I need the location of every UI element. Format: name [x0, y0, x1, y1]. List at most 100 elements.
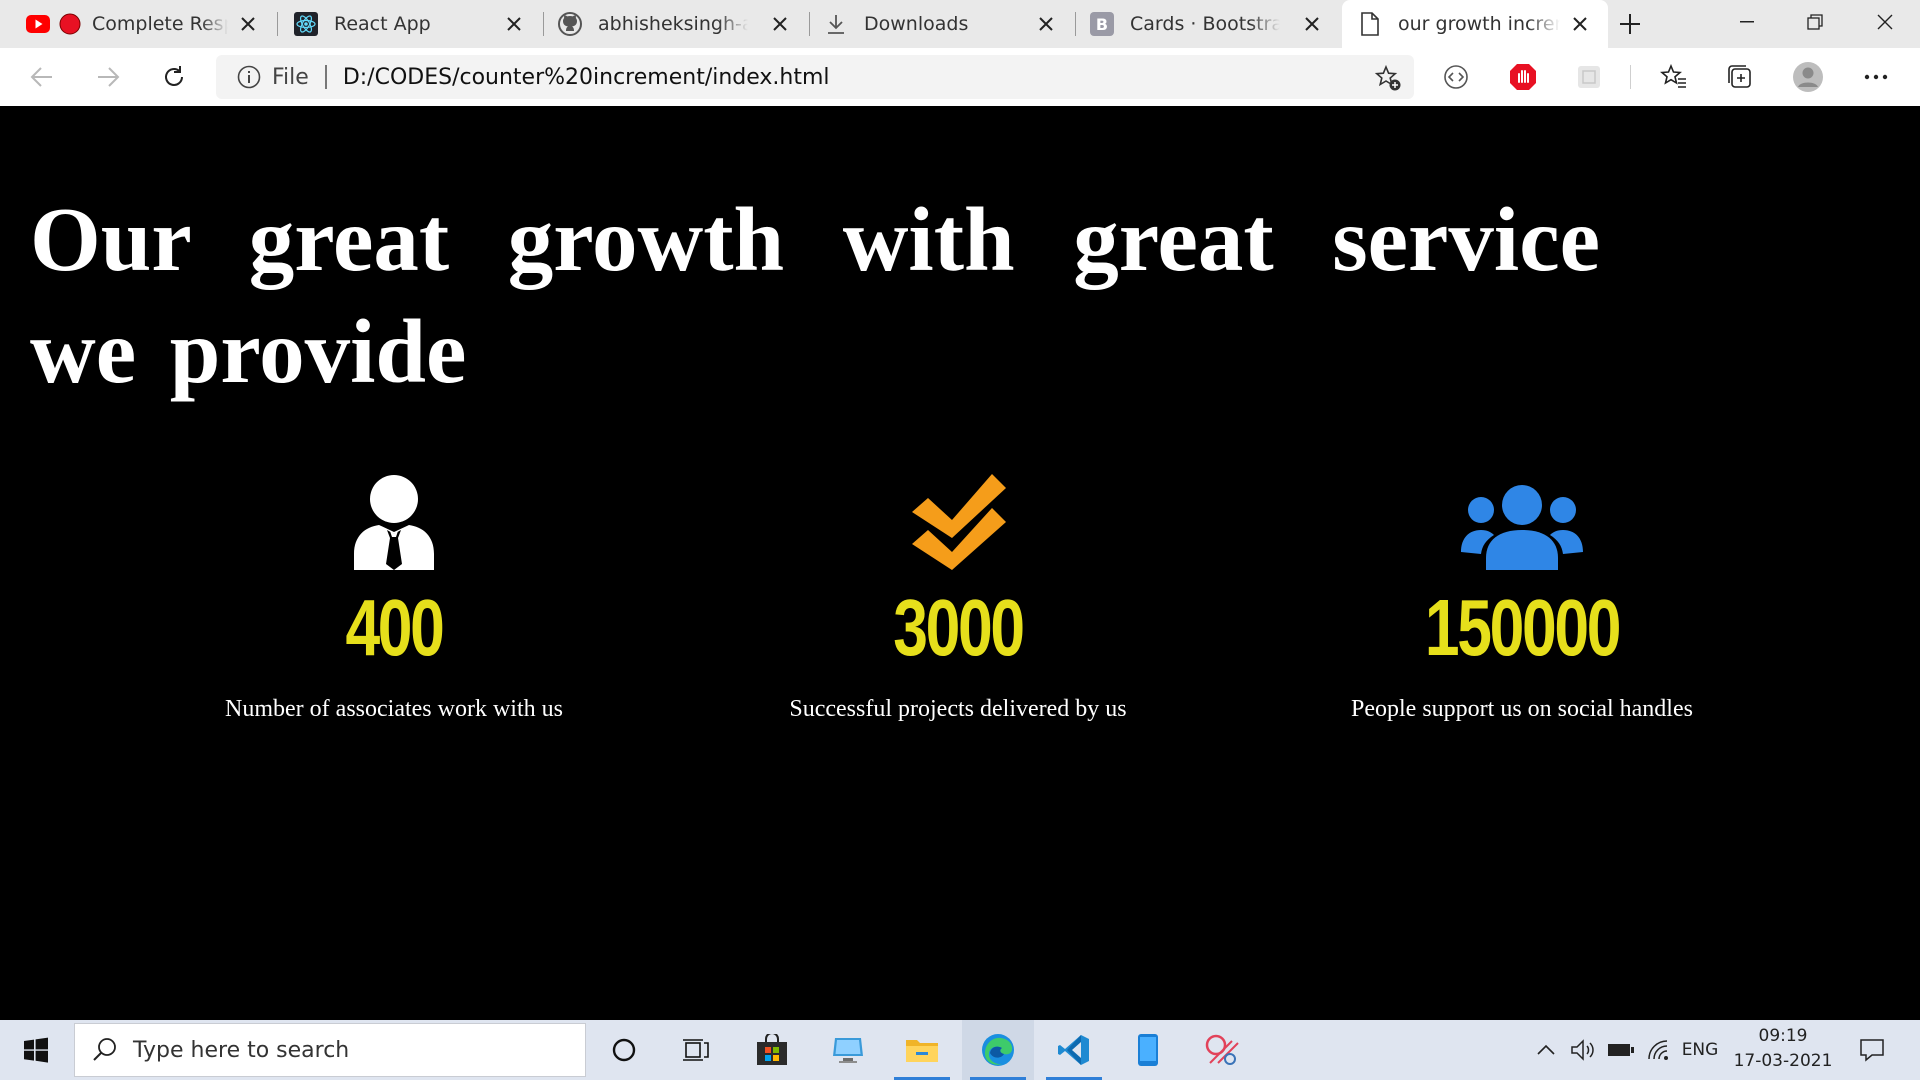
more-dots-icon [1864, 74, 1888, 80]
wifi-icon [1648, 1040, 1668, 1060]
reader-extension-button[interactable] [1440, 61, 1472, 93]
minimize-button[interactable] [1714, 0, 1780, 44]
action-center-button[interactable] [1852, 1034, 1892, 1066]
stat-number: 150000 [1424, 583, 1622, 672]
start-button[interactable] [0, 1020, 72, 1080]
vscode-icon [1058, 1035, 1089, 1065]
show-hidden-icons-button[interactable] [1534, 1036, 1558, 1064]
back-button[interactable] [24, 59, 60, 95]
bootstrap-icon: B [1090, 12, 1114, 36]
tab-our-growth-active[interactable]: our growth increment [1342, 0, 1608, 48]
network-button[interactable] [1644, 1036, 1674, 1064]
store-bag-icon [757, 1034, 787, 1065]
url-text[interactable]: D:/CODES/counter%20increment/index.html [343, 65, 830, 90]
tab-github[interactable]: abhisheksingh-acode [544, 0, 808, 48]
youtube-icon [26, 12, 50, 36]
tab-react-app[interactable]: React App [278, 0, 542, 48]
search-placeholder: Type here to search [133, 1037, 350, 1063]
profile-button[interactable] [1792, 61, 1824, 93]
avatar-icon [1793, 62, 1823, 92]
github-icon [558, 12, 582, 36]
arrow-right-icon [98, 67, 120, 87]
tab-title: React App [334, 13, 431, 35]
close-icon[interactable] [502, 12, 526, 36]
system-clock[interactable]: 09:19 17-03-2021 [1718, 1024, 1848, 1074]
taskbar-file-explorer[interactable] [886, 1020, 958, 1080]
tab-downloads[interactable]: Downloads [810, 0, 1074, 48]
adblock-extension-button[interactable] [1507, 61, 1539, 93]
info-icon[interactable] [236, 64, 262, 90]
close-icon[interactable] [1568, 12, 1592, 36]
refresh-button[interactable] [156, 59, 192, 95]
tab-title: Downloads [864, 13, 969, 35]
favorites-button[interactable] [1658, 61, 1690, 93]
restore-button[interactable] [1782, 0, 1848, 44]
tab-title: Cards · Bootstrap v4.6 [1130, 13, 1280, 35]
stat-associates: 400 Number of associates work with us [144, 466, 644, 723]
close-icon [1877, 14, 1893, 30]
task-view-button[interactable] [660, 1020, 732, 1080]
taskbar-this-pc[interactable] [812, 1020, 884, 1080]
close-icon[interactable] [768, 12, 792, 36]
settings-menu-button[interactable] [1860, 61, 1892, 93]
recording-dot-icon [58, 12, 82, 36]
clock-date: 17-03-2021 [1733, 1051, 1833, 1071]
taskbar-store[interactable] [736, 1020, 808, 1080]
user-tie-icon [144, 466, 644, 570]
phone-icon [1138, 1034, 1158, 1066]
address-bar[interactable]: File D:/CODES/counter%20increment/index.… [216, 55, 1414, 99]
close-icon[interactable] [236, 12, 260, 36]
taskbar-edge[interactable] [962, 1020, 1034, 1080]
favorites-star-icon [1660, 64, 1686, 88]
plus-icon [1620, 14, 1640, 34]
search-icon [91, 1036, 119, 1064]
stat-supporters: 150000 People support us on social handl… [1272, 466, 1772, 723]
toolbar-divider [1630, 65, 1631, 89]
close-window-button[interactable] [1852, 0, 1918, 44]
browser-tab-strip: Complete Responsive React App abhisheksi… [0, 0, 1920, 48]
puzzle-icon [1578, 66, 1600, 88]
computer-icon [833, 1038, 863, 1063]
url-scheme-label: File [272, 64, 309, 90]
tab-title: our growth increment [1398, 13, 1560, 35]
notification-icon [1860, 1039, 1884, 1062]
divider [324, 65, 327, 89]
minimize-icon [1740, 21, 1754, 23]
add-favorite-icon[interactable] [1374, 64, 1402, 92]
chevron-up-icon [1537, 1044, 1555, 1055]
taskbar-search[interactable]: Type here to search [74, 1023, 586, 1077]
input-language[interactable]: ENG [1682, 1036, 1719, 1064]
new-tab-button[interactable] [1612, 8, 1648, 40]
tab-youtube[interactable]: Complete Responsive [0, 0, 276, 48]
edge-browser-icon [982, 1034, 1014, 1066]
refresh-icon [165, 66, 183, 86]
stat-label: People support us on social handles [1351, 696, 1693, 722]
close-icon[interactable] [1300, 12, 1324, 36]
cortana-button[interactable] [588, 1020, 660, 1080]
speaker-icon [1571, 1039, 1594, 1061]
browser-toolbar: File D:/CODES/counter%20increment/index.… [0, 48, 1920, 106]
stat-projects: 3000 Successful projects delivered by us [708, 466, 1208, 723]
restore-icon [1807, 14, 1823, 30]
taskbar-snip-sketch[interactable] [1186, 1020, 1258, 1080]
snipping-tool-icon [1205, 1034, 1239, 1065]
download-icon [824, 12, 848, 36]
folder-icon [906, 1040, 938, 1062]
task-view-icon [683, 1039, 709, 1061]
volume-button[interactable] [1568, 1036, 1598, 1064]
taskbar-vscode[interactable] [1038, 1020, 1110, 1080]
taskbar-phone-app[interactable] [1112, 1020, 1184, 1080]
forward-button[interactable] [90, 59, 126, 95]
windows-taskbar: Type here to search ENG 09:19 17-03-2021 [0, 1020, 1920, 1080]
tab-bootstrap-cards[interactable]: B Cards · Bootstrap v4.6 [1076, 0, 1340, 48]
web-page: Our great growth with great service we p… [0, 106, 1920, 1020]
extension-button[interactable] [1573, 61, 1605, 93]
code-circle-icon [1444, 65, 1468, 89]
stat-number: 400 [345, 583, 444, 672]
collections-button[interactable] [1724, 61, 1756, 93]
stop-hand-icon [1510, 64, 1536, 90]
clock-time: 09:19 [1758, 1026, 1808, 1046]
arrow-left-icon [30, 67, 52, 87]
battery-indicator[interactable] [1604, 1036, 1638, 1064]
close-icon[interactable] [1034, 12, 1058, 36]
